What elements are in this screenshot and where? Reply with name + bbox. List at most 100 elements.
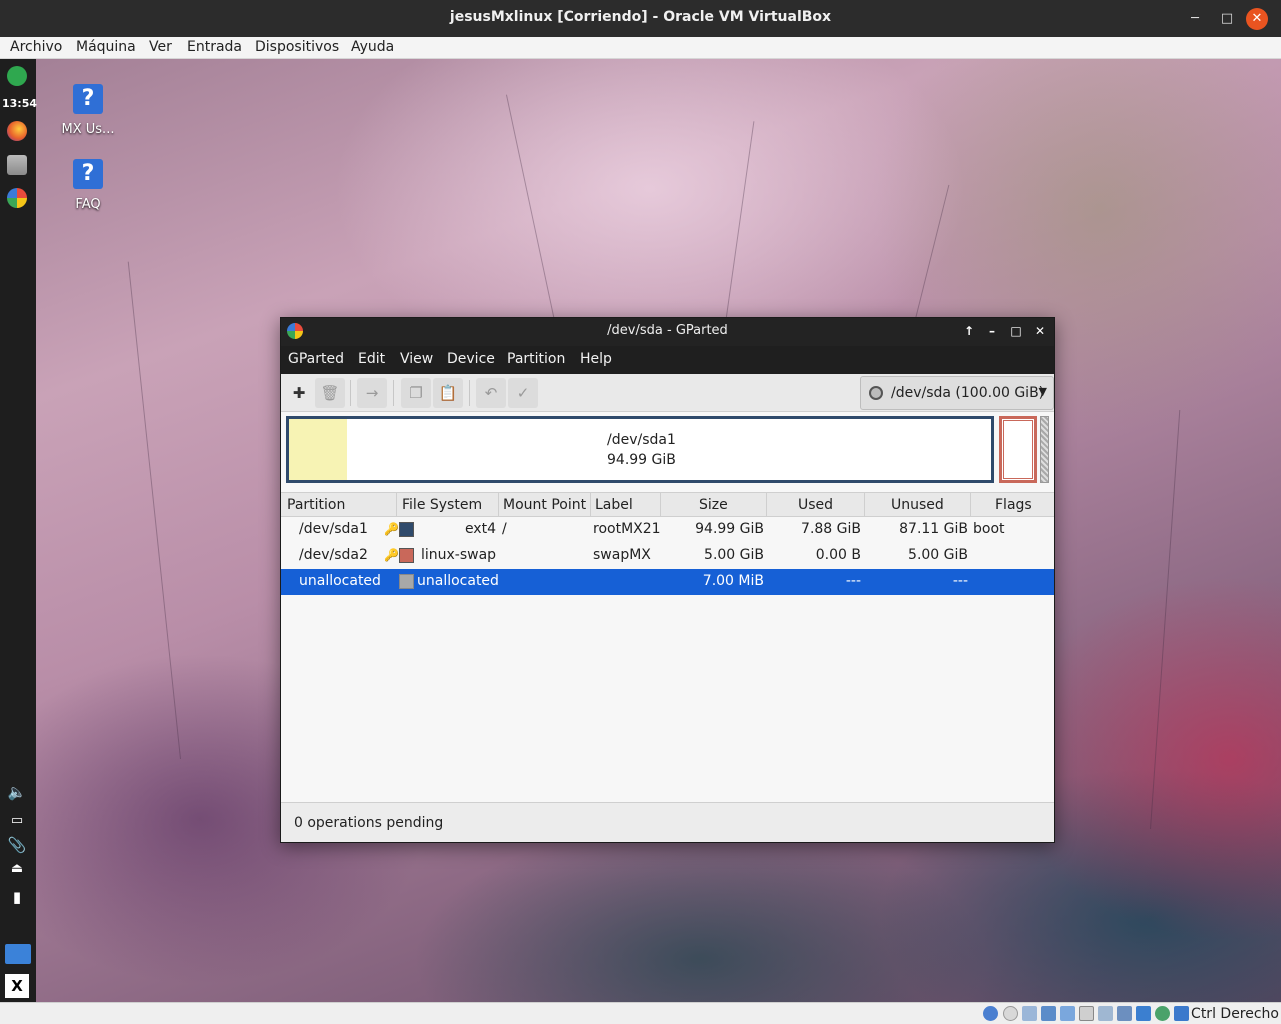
table-row[interactable]: unallocated unallocated 7.00 MiB --- --- [281, 569, 1054, 595]
cell-partition: /dev/sda1 [299, 521, 368, 537]
table-row[interactable]: /dev/sda1 🔑 ext4 / rootMX21 94.99 GiB 7.… [281, 517, 1054, 543]
column-size[interactable]: Size [699, 497, 728, 513]
column-separator [590, 493, 591, 517]
cell-mount-point: / [502, 521, 507, 537]
disk-icon [869, 386, 883, 400]
shared-folders-icon[interactable] [1079, 1006, 1094, 1021]
device-selector[interactable]: /dev/sda (100.00 GiB) ▼ [860, 376, 1054, 410]
new-partition-icon[interactable]: ✚ [284, 378, 314, 408]
panel-clock: 13:54 [2, 97, 38, 110]
toolbar-separator [350, 380, 351, 406]
close-icon[interactable]: ✕ [1031, 322, 1049, 340]
gparted-statusbar: 0 operations pending [281, 802, 1054, 842]
operations-pending: 0 operations pending [294, 815, 444, 831]
undo-icon[interactable]: ↶ [476, 378, 506, 408]
desktop-icon-faq[interactable]: ? FAQ [58, 159, 118, 212]
toolbar-separator [469, 380, 470, 406]
cell-filesystem: unallocated [417, 573, 499, 589]
maximize-icon[interactable]: □ [1007, 322, 1025, 340]
virtualization-icon[interactable] [1136, 1006, 1151, 1021]
gparted-toolbar: ✚ 🗑 → ❐ 📋 ↶ ✓ /dev/sda (100.00 GiB) ▼ [281, 374, 1054, 412]
cpu-icon[interactable] [1155, 1006, 1170, 1021]
usb-icon[interactable] [1060, 1006, 1075, 1021]
lock-icon: 🔑 [384, 522, 399, 536]
cell-used: 7.88 GiB [801, 521, 861, 537]
partition-table: Partition File System Mount Point Label … [281, 492, 1054, 802]
menu-partition[interactable]: Partition [507, 351, 565, 367]
table-header: Partition File System Mount Point Label … [281, 492, 1054, 517]
desktop-icon-label: MX Us... [61, 122, 115, 137]
menu-device[interactable]: Device [447, 351, 495, 367]
update-icon[interactable] [7, 66, 27, 86]
maximize-icon[interactable]: □ [1216, 8, 1238, 30]
column-label[interactable]: Label [595, 497, 633, 513]
cell-unused: 5.00 GiB [908, 547, 968, 563]
keep-above-icon[interactable]: ↑ [960, 322, 978, 340]
menu-ver[interactable]: Ver [149, 39, 172, 55]
cell-flags: boot [973, 521, 1005, 537]
virtualbox-menubar: Archivo Máquina Ver Entrada Dispositivos… [0, 37, 1281, 59]
cell-used: 0.00 B [815, 547, 861, 563]
menu-entrada[interactable]: Entrada [187, 39, 242, 55]
column-partition[interactable]: Partition [287, 497, 345, 513]
menu-edit[interactable]: Edit [358, 351, 385, 367]
mx-panel: 13:54 🔈 ▭ 📎 ⏏ ▮ X [0, 59, 38, 1002]
cell-size: 5.00 GiB [704, 547, 764, 563]
gparted-panel-icon[interactable] [7, 188, 27, 208]
hard-disk-icon[interactable] [983, 1006, 998, 1021]
graph-partition-sda1[interactable]: /dev/sda1 94.99 GiB [286, 416, 994, 483]
cell-filesystem: linux-swap [421, 547, 497, 563]
volume-icon[interactable]: 🔈 [6, 782, 28, 802]
guest-desktop: 13:54 🔈 ▭ 📎 ⏏ ▮ X ? MX Us... ? FAQ /dev/… [0, 59, 1281, 1002]
minimize-icon[interactable]: ─ [1184, 8, 1206, 30]
menu-ayuda[interactable]: Ayuda [351, 39, 394, 55]
graph-partition-sda2[interactable] [999, 416, 1037, 483]
desktop-icon-label: FAQ [75, 197, 101, 212]
menu-view[interactable]: View [400, 351, 433, 367]
column-flags[interactable]: Flags [995, 497, 1032, 513]
network-icon[interactable] [1041, 1006, 1056, 1021]
gparted-window: /dev/sda - GParted ↑ – □ ✕ GParted Edit … [280, 317, 1055, 843]
firefox-icon[interactable] [7, 121, 27, 141]
graph-unallocated[interactable] [1040, 416, 1049, 483]
menu-gparted[interactable]: GParted [288, 351, 344, 367]
display-icon[interactable] [1098, 1006, 1113, 1021]
file-manager-icon[interactable] [7, 155, 27, 175]
paste-icon[interactable]: 📋 [433, 378, 463, 408]
display-icon[interactable]: ▭ [6, 811, 28, 831]
workspace-icon[interactable] [5, 944, 31, 964]
gparted-title: /dev/sda - GParted [607, 323, 728, 338]
column-file-system[interactable]: File System [402, 497, 482, 513]
battery-icon[interactable]: ▮ [6, 887, 28, 907]
mx-logo-icon[interactable]: X [5, 974, 29, 998]
desktop-icon-mx-users[interactable]: ? MX Us... [58, 84, 118, 137]
column-mount-point[interactable]: Mount Point [503, 497, 586, 513]
column-separator [660, 493, 661, 517]
toolbar-separator [393, 380, 394, 406]
menu-help[interactable]: Help [580, 351, 612, 367]
help-icon: ? [73, 84, 103, 114]
video-capture-icon[interactable] [1117, 1006, 1132, 1021]
delete-partition-icon[interactable]: 🗑 [315, 378, 345, 408]
menu-dispositivos[interactable]: Dispositivos [255, 39, 339, 55]
wallpaper-stem [505, 94, 561, 350]
audio-icon[interactable] [1022, 1006, 1037, 1021]
column-used[interactable]: Used [798, 497, 833, 513]
menu-archivo[interactable]: Archivo [10, 39, 62, 55]
wallpaper-stem [1150, 409, 1181, 830]
lock-icon: 🔑 [384, 548, 399, 562]
resize-move-icon[interactable]: → [357, 378, 387, 408]
menu-maquina[interactable]: Máquina [76, 39, 136, 55]
minimize-icon[interactable]: – [983, 322, 1001, 340]
copy-icon[interactable]: ❐ [401, 378, 431, 408]
optical-drive-icon[interactable] [1003, 1006, 1018, 1021]
close-icon[interactable]: ✕ [1246, 8, 1268, 30]
gparted-menubar: GParted Edit View Device Partition Help [281, 346, 1054, 374]
mouse-integration-icon[interactable] [1174, 1006, 1189, 1021]
column-unused[interactable]: Unused [891, 497, 944, 513]
apply-icon[interactable]: ✓ [508, 378, 538, 408]
table-row[interactable]: /dev/sda2 🔑 linux-swap swapMX 5.00 GiB 0… [281, 543, 1054, 569]
eject-icon[interactable]: ⏏ [6, 859, 28, 879]
clip-icon[interactable]: 📎 [6, 835, 28, 855]
virtualbox-statusbar: Ctrl Derecho [0, 1002, 1281, 1024]
